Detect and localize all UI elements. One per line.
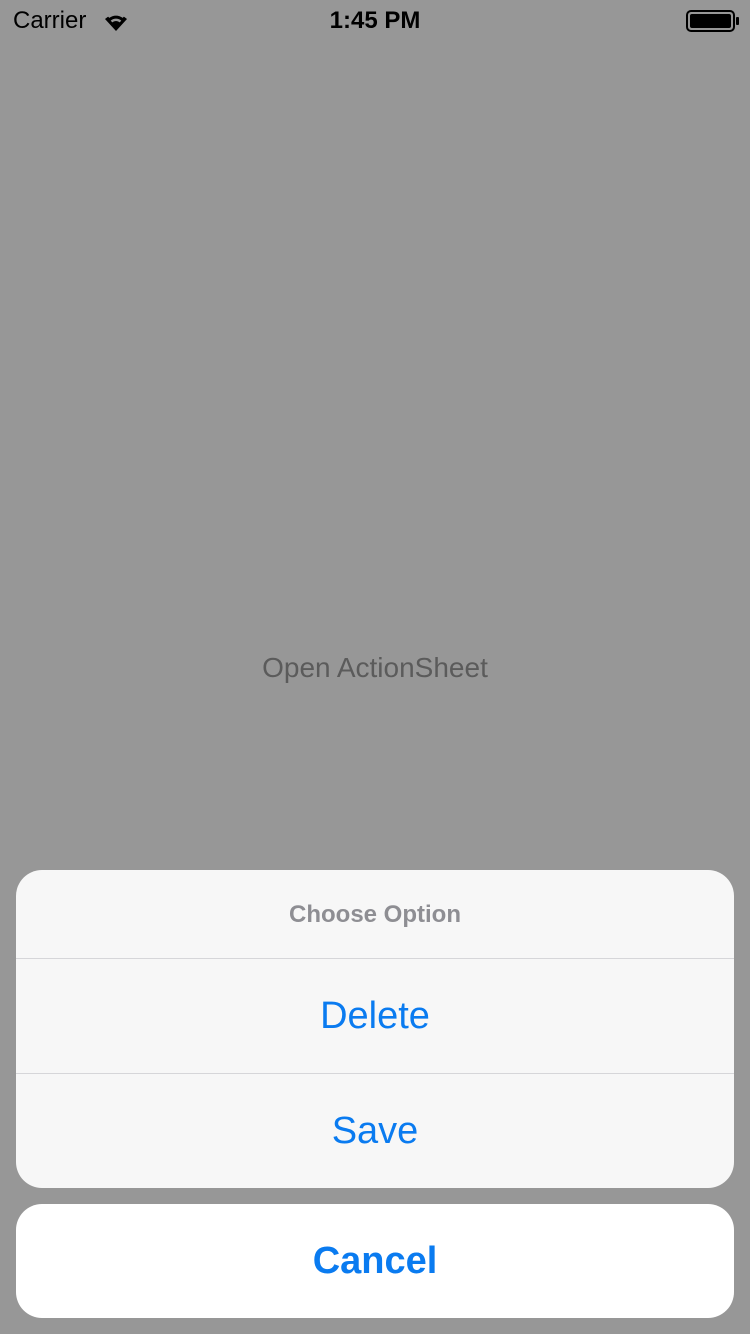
status-bar: Carrier 1:45 PM xyxy=(0,0,750,40)
action-sheet: Choose Option Delete Save xyxy=(16,870,734,1188)
action-sheet-title: Choose Option xyxy=(289,901,461,928)
save-button[interactable]: Save xyxy=(16,1074,734,1188)
open-actionsheet-button[interactable]: Open ActionSheet xyxy=(200,646,550,690)
delete-button[interactable]: Delete xyxy=(16,959,734,1073)
battery-icon xyxy=(686,10,739,32)
cancel-button[interactable]: Cancel xyxy=(16,1204,734,1318)
status-time: 1:45 PM xyxy=(329,7,421,34)
